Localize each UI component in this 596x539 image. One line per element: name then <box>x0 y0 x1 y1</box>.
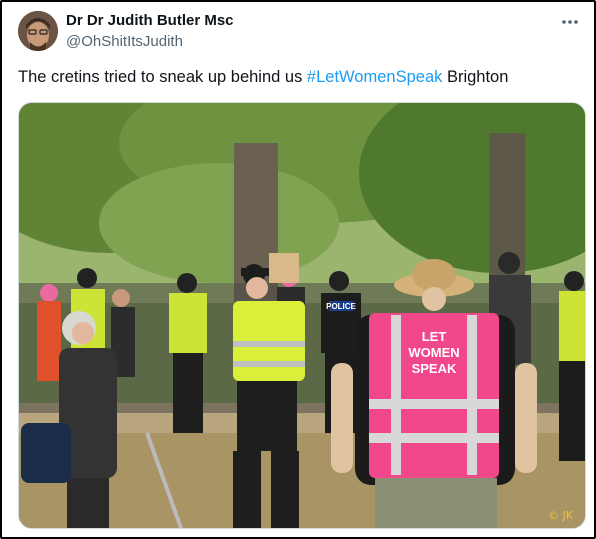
photo-watermark: © JK <box>548 509 573 522</box>
author-avatar[interactable] <box>18 11 58 51</box>
tweet-text: The cretins tried to sneak up behind us … <box>18 68 508 87</box>
tweet-photo[interactable]: LET WOMEN SPEAK POLICE © JK <box>18 102 586 529</box>
vest-line-2: WOMEN <box>408 345 459 360</box>
protest-photo-illustration: LET WOMEN SPEAK POLICE <box>19 103 585 528</box>
more-options-button[interactable] <box>560 14 580 30</box>
more-horizontal-icon <box>562 20 578 24</box>
avatar-image <box>18 11 58 51</box>
vest-line-3: SPEAK <box>412 361 457 376</box>
author-handle[interactable]: @OhShitItsJudith <box>66 33 183 50</box>
tweet-card: Dr Dr Judith Butler Msc @OhShitItsJudith… <box>0 0 596 539</box>
police-badge-text: POLICE <box>326 302 356 311</box>
tweet-text-after: Brighton <box>442 68 509 86</box>
hashtag-link[interactable]: #LetWomenSpeak <box>307 68 442 86</box>
author-display-name[interactable]: Dr Dr Judith Butler Msc <box>66 12 234 29</box>
vest-line-1: LET <box>422 329 447 344</box>
tweet-text-before: The cretins tried to sneak up behind us <box>18 68 307 86</box>
